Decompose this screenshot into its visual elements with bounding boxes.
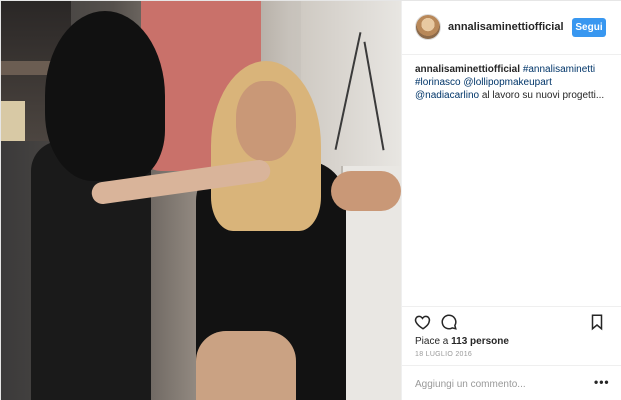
comment-icon[interactable]: [440, 313, 458, 331]
username-link[interactable]: annalisaminettiofficial: [448, 21, 564, 33]
post-date: 18 LUGLIO 2016: [415, 351, 473, 358]
comment-bar: •••: [402, 365, 621, 400]
heart-icon[interactable]: [414, 313, 432, 331]
likes-count[interactable]: Piace a 113 persone: [415, 336, 509, 347]
follow-button[interactable]: Segui: [572, 18, 606, 37]
post-caption: annalisaminettiofficial #annalisaminetti…: [415, 63, 611, 102]
photo-model-arm: [331, 171, 401, 211]
post-photo[interactable]: [1, 1, 401, 400]
post-header: annalisaminettiofficial Segui: [402, 1, 621, 55]
photo-stylist-hair: [45, 11, 165, 181]
comment-input[interactable]: [415, 376, 585, 392]
photo-lamp: [1, 101, 25, 141]
post-sidebar: annalisaminettiofficial Segui annalisami…: [401, 1, 621, 400]
caption-username[interactable]: annalisaminettiofficial: [415, 64, 520, 75]
avatar[interactable]: [415, 14, 441, 40]
bookmark-icon[interactable]: [588, 313, 606, 331]
post-actions: [402, 306, 621, 336]
likes-prefix: Piace a: [415, 336, 452, 347]
photo-model-leg: [196, 331, 296, 400]
post-container: annalisaminettiofficial Segui annalisami…: [0, 0, 621, 400]
photo-shelf: [1, 61, 53, 75]
caption-text: al lavoro su nuovi progetti...: [481, 90, 605, 101]
more-options-icon[interactable]: •••: [594, 375, 610, 389]
likes-number[interactable]: 113 persone: [451, 336, 509, 347]
photo-model-face: [236, 81, 296, 161]
